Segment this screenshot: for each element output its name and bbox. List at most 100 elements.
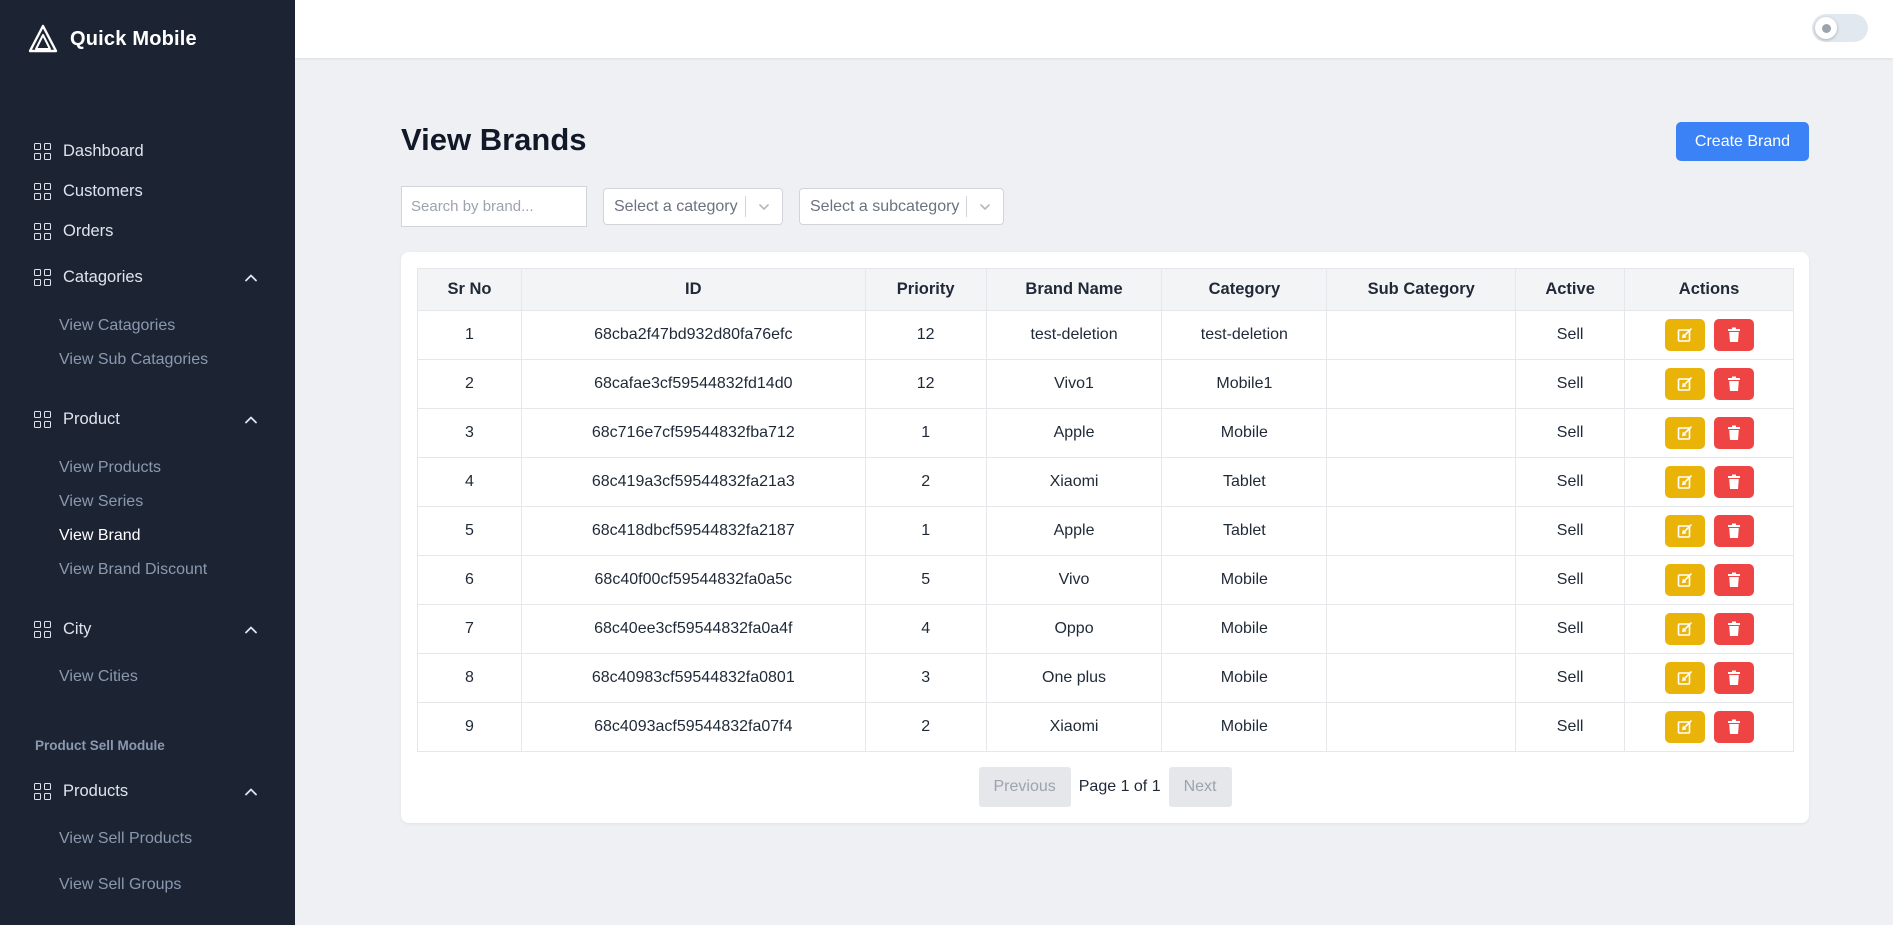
edit-button[interactable] [1664,564,1705,596]
edit-button[interactable] [1664,368,1705,400]
cell-sub-category [1326,653,1517,703]
delete-button[interactable] [1713,662,1754,694]
cell-category: Mobile [1161,408,1328,458]
cell-id: 68c419a3cf59544832fa21a3 [520,457,866,507]
sidebar-subitem-view-catagories[interactable]: View Catagories [59,317,175,335]
cell-sub-category [1326,408,1517,458]
cell-category: Mobile [1161,555,1328,605]
cell-id: 68c4093acf59544832fa07f4 [520,702,866,752]
row-actions [1664,368,1754,400]
sidebar-item-products[interactable]: Products [34,782,259,801]
edit-icon [1677,376,1693,392]
delete-button[interactable] [1713,711,1754,743]
edit-button[interactable] [1664,466,1705,498]
row-actions [1664,466,1754,498]
cell-actions [1624,555,1794,605]
sidebar-subitem-view-brand[interactable]: View Brand [59,527,141,545]
sidebar-item-customers[interactable]: Customers [34,182,259,201]
dark-mode-toggle[interactable] [1812,14,1868,42]
delete-button[interactable] [1713,319,1754,351]
sidebar-item-label: Catagories [63,268,143,286]
cell-id: 68c418dbcf59544832fa2187 [520,506,866,556]
sidebar-item-label: Dashboard [63,142,144,160]
delete-button[interactable] [1713,564,1754,596]
cell-brand-name: test-deletion [985,310,1163,360]
delete-button[interactable] [1713,466,1754,498]
sidebar-item-orders[interactable]: Orders [34,222,259,241]
cell-sr-no: 3 [417,408,522,458]
table-row: 9 68c4093acf59544832fa07f4 2 Xiaomi Mobile Se… [417,702,1794,752]
edit-button[interactable] [1664,319,1705,351]
cell-actions [1624,408,1794,458]
delete-button[interactable] [1713,368,1754,400]
chevron-up-icon [245,274,257,281]
cell-priority: 1 [864,408,987,458]
cell-category: Mobile [1161,702,1328,752]
trash-icon [1727,572,1741,588]
column-header-id[interactable]: ID [520,268,866,311]
cell-actions [1624,506,1794,556]
cell-actions [1624,604,1794,654]
subcategory-select[interactable]: Select a subcategory [799,188,1004,225]
trash-icon [1727,621,1741,637]
delete-button[interactable] [1713,613,1754,645]
cell-id: 68cba2f47bd932d80fa76efc [520,310,866,360]
cell-priority: 1 [864,506,987,556]
search-input[interactable] [401,186,587,227]
sidebar-subitem-view-sell-products[interactable]: View Sell Products [59,830,192,848]
category-select[interactable]: Select a category [603,188,783,225]
grid-icon [34,183,51,200]
next-page-button[interactable]: Next [1168,767,1232,807]
edit-button[interactable] [1664,515,1705,547]
column-header-sub-category[interactable]: Sub Category [1326,268,1517,311]
sidebar-subitem-view-series[interactable]: View Series [59,493,143,511]
sidebar-subitem-view-products[interactable]: View Products [59,459,161,477]
sidebar-item-product[interactable]: Product [34,410,259,429]
cell-brand-name: Xiaomi [985,457,1163,507]
column-header-category[interactable]: Category [1161,268,1328,311]
column-header-sr-no[interactable]: Sr No [417,268,522,311]
pagination: Previous Page 1 of 1 Next [401,767,1809,807]
top-header [295,0,1893,58]
column-header-brand-name[interactable]: Brand Name [985,268,1163,311]
sidebar-item-dashboard[interactable]: Dashboard [34,142,259,161]
cell-brand-name: Xiaomi [985,702,1163,752]
sidebar-subitem-view-brand-discount[interactable]: View Brand Discount [59,561,207,579]
trash-icon [1727,474,1741,490]
sidebar-item-catagories[interactable]: Catagories [34,268,259,287]
edit-button[interactable] [1664,711,1705,743]
cell-actions [1624,359,1794,409]
grid-icon [34,621,51,638]
edit-icon [1677,621,1693,637]
cell-sr-no: 6 [417,555,522,605]
create-brand-button[interactable]: Create Brand [1676,122,1809,161]
cell-category: test-deletion [1161,310,1328,360]
chevron-down-icon [746,200,782,214]
sidebar-item-city[interactable]: City [34,620,259,639]
cell-priority: 12 [864,310,987,360]
cell-sr-no: 8 [417,653,522,703]
cell-id: 68c40f00cf59544832fa0a5c [520,555,866,605]
cell-actions [1624,702,1794,752]
delete-button[interactable] [1713,417,1754,449]
previous-page-button[interactable]: Previous [978,767,1071,807]
row-actions [1664,711,1754,743]
column-header-priority[interactable]: Priority [864,268,987,311]
sidebar-subitem-view-sub-catagories[interactable]: View Sub Catagories [59,351,208,369]
cell-category: Tablet [1161,457,1328,507]
cell-active: Sell [1515,359,1626,409]
column-header-active[interactable]: Active [1515,268,1626,311]
cell-priority: 2 [864,457,987,507]
brand[interactable]: Quick Mobile [28,24,197,54]
edit-button[interactable] [1664,417,1705,449]
edit-icon [1677,425,1693,441]
table-row: 5 68c418dbcf59544832fa2187 1 Apple Tablet Sel… [417,506,1794,556]
sidebar-subitem-view-cities[interactable]: View Cities [59,668,138,686]
cell-priority: 4 [864,604,987,654]
delete-button[interactable] [1713,515,1754,547]
sidebar-item-label: City [63,620,92,638]
brands-table: Sr No ID Priority Brand Name Category Su… [417,268,1794,752]
sidebar-subitem-view-sell-groups[interactable]: View Sell Groups [59,876,181,894]
edit-button[interactable] [1664,662,1705,694]
edit-button[interactable] [1664,613,1705,645]
